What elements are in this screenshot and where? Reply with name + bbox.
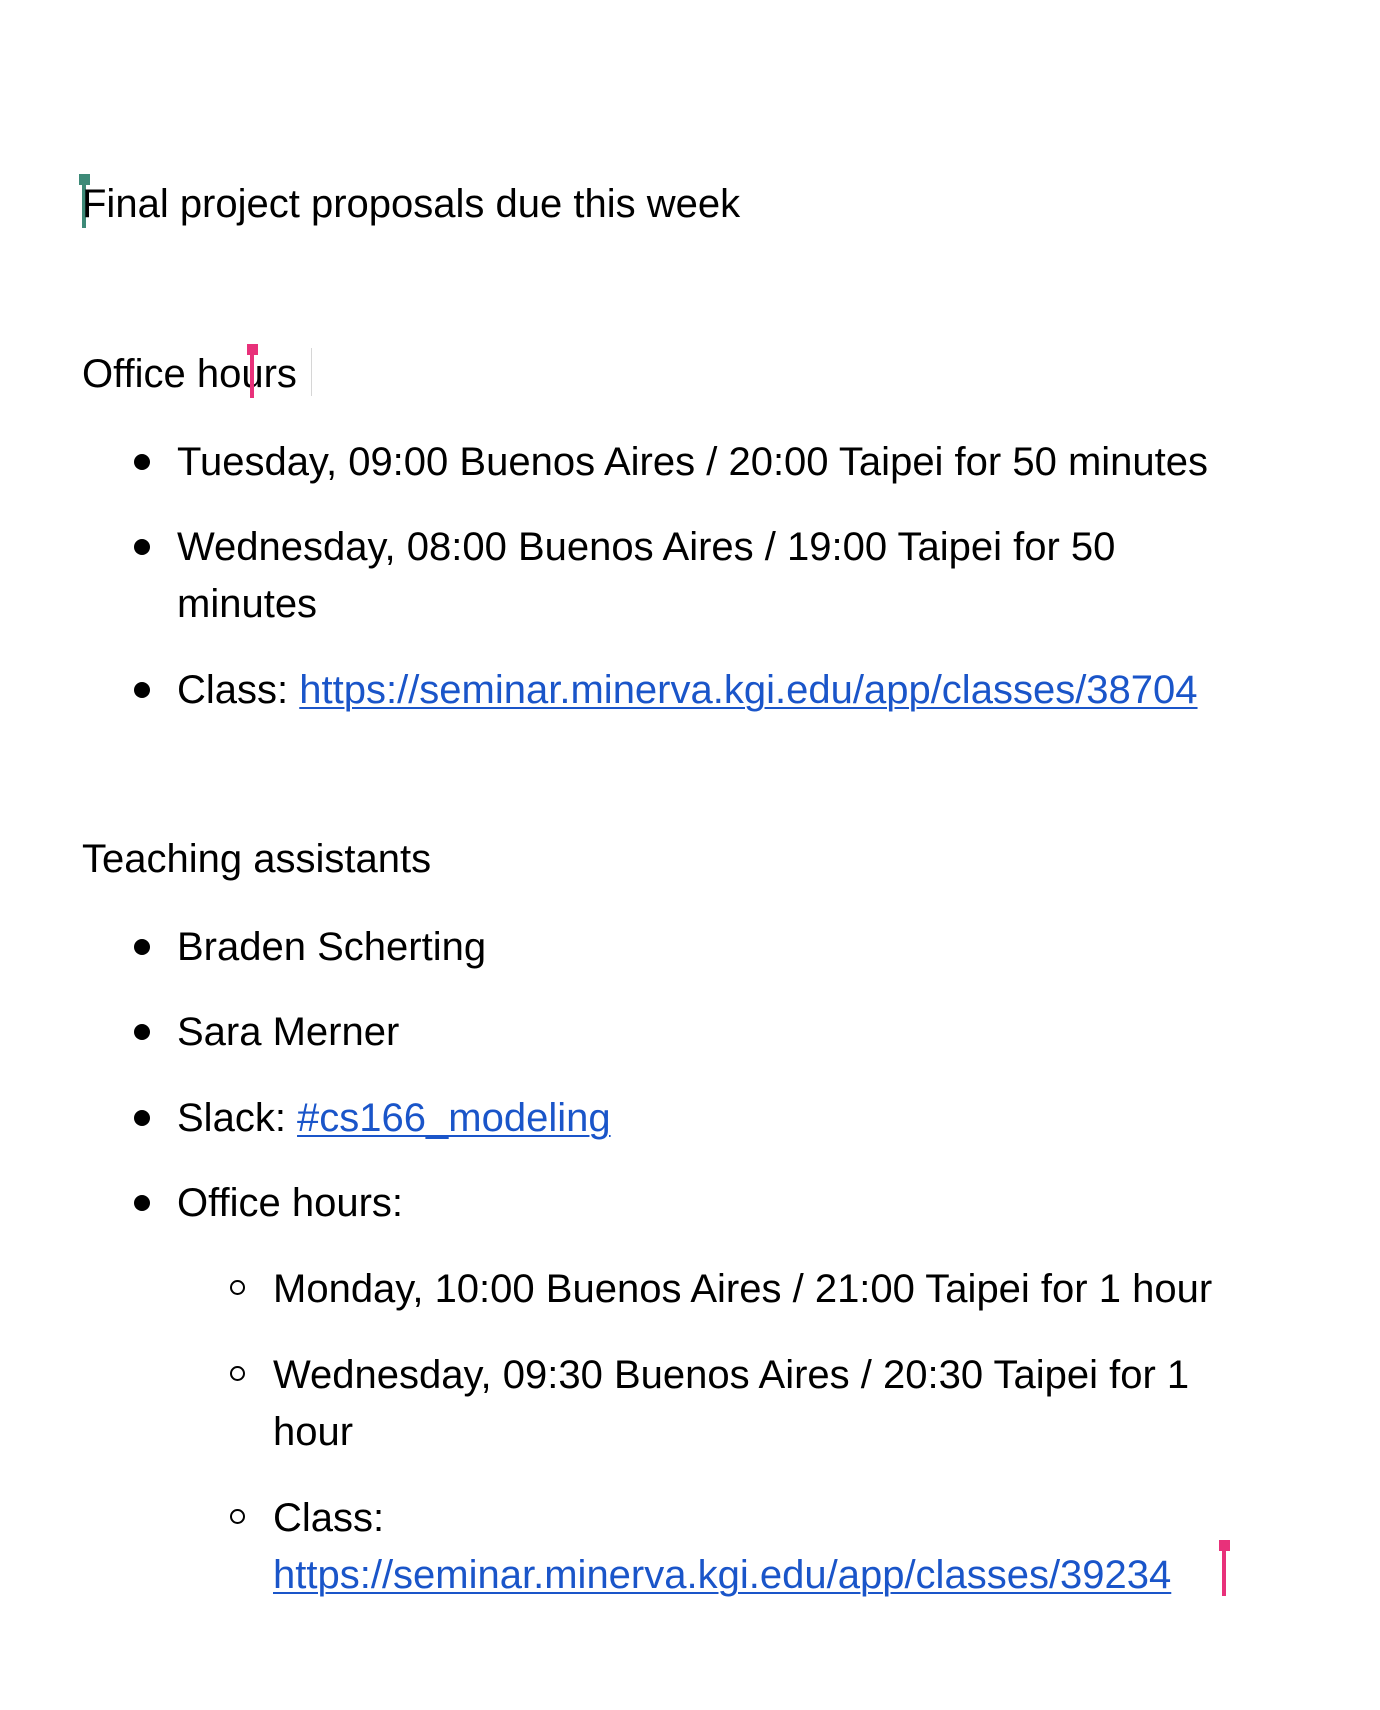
office-hours-heading: Office hours	[82, 350, 297, 398]
list-item-ta-office-hours: Office hours:	[177, 1181, 404, 1225]
class-label: Class:	[177, 668, 300, 712]
class-link-39234[interactable]: https://seminar.minerva.kgi.edu/app/clas…	[273, 1553, 1171, 1597]
text-caret	[311, 348, 312, 396]
collaborator-cursor-pink-end	[1219, 1540, 1230, 1596]
collaborator-cursor-pink	[247, 344, 258, 398]
list-item-office-hours-2-line1: Wednesday, 08:00 Buenos Aires / 19:00 Ta…	[177, 525, 1116, 569]
bullet-icon	[134, 682, 150, 698]
bullet-icon	[134, 1195, 150, 1211]
announcement-text: Final project proposals due this week	[82, 182, 741, 226]
sub-item-class-link-line: https://seminar.minerva.kgi.edu/app/clas…	[273, 1551, 1171, 1599]
office-hours-heading-text: Office hours	[82, 352, 297, 396]
sub-item-class-label: Class:	[273, 1496, 385, 1540]
list-item-ta-2: Sara Merner	[177, 1010, 400, 1054]
bullet-icon	[134, 454, 150, 470]
document-page[interactable]: Final project proposals due this week Of…	[0, 0, 1380, 1710]
teaching-assistants-heading: Teaching assistants	[82, 837, 432, 881]
sub-item-ta-office-hours-1: Monday, 10:00 Buenos Aires / 21:00 Taipe…	[273, 1267, 1213, 1311]
slack-label: Slack:	[177, 1096, 298, 1140]
list-item-office-hours-1: Tuesday, 09:00 Buenos Aires / 20:00 Taip…	[177, 440, 1209, 484]
list-item-class-link-1: Class: https://seminar.minerva.kgi.edu/a…	[177, 666, 1198, 714]
class-link-38704[interactable]: https://seminar.minerva.kgi.edu/app/clas…	[299, 668, 1197, 712]
list-item-ta-1: Braden Scherting	[177, 925, 487, 969]
bullet-icon	[134, 1110, 150, 1126]
slack-channel-link[interactable]: #cs166_modeling	[297, 1096, 611, 1140]
sub-item-ta-office-hours-2-line1: Wednesday, 09:30 Buenos Aires / 20:30 Ta…	[273, 1353, 1190, 1397]
list-item-office-hours-2-line2: minutes	[177, 582, 318, 626]
hollow-bullet-icon	[230, 1280, 245, 1295]
hollow-bullet-icon	[230, 1366, 245, 1381]
bullet-icon	[134, 539, 150, 555]
bullet-icon	[134, 1024, 150, 1040]
hollow-bullet-icon	[230, 1509, 245, 1524]
sub-item-ta-office-hours-2-line2: hour	[273, 1410, 354, 1454]
bullet-icon	[134, 939, 150, 955]
list-item-slack: Slack: #cs166_modeling	[177, 1094, 611, 1142]
